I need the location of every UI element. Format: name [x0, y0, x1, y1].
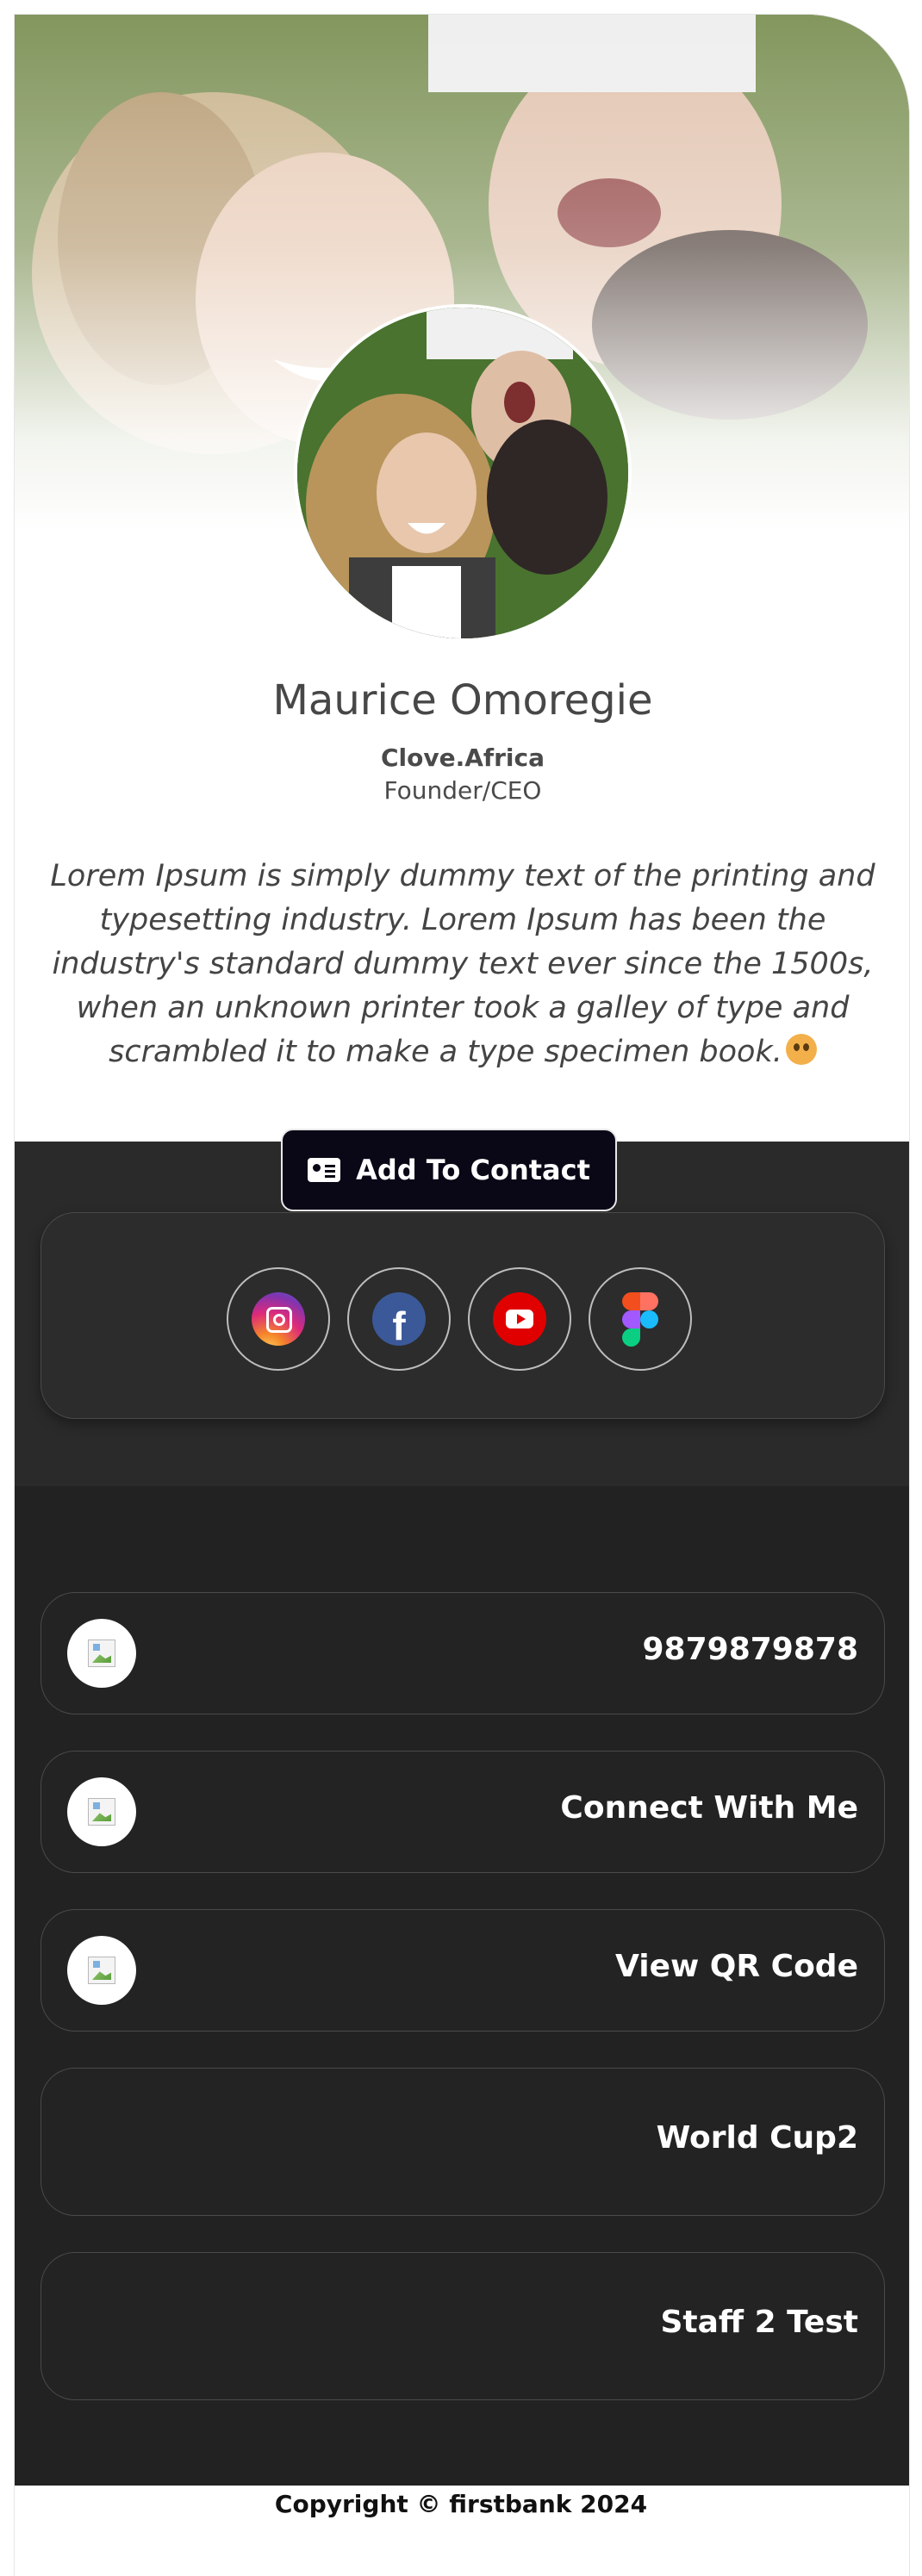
- social-links-panel: [40, 1212, 885, 1419]
- phone-link-icon: [67, 1619, 136, 1688]
- world-cup-link[interactable]: World Cup2: [40, 2068, 885, 2216]
- qr-code-link-icon: [67, 1936, 136, 2005]
- profile-card: Maurice Omoregie Clove.Africa Founder/CE…: [14, 14, 910, 2576]
- phone-link[interactable]: 9879879878: [40, 1592, 885, 1714]
- connect-link-icon: [67, 1777, 136, 1846]
- world-cup-link-label: World Cup2: [656, 2120, 858, 2156]
- staff-test-link-label: Staff 2 Test: [660, 2305, 858, 2340]
- qr-code-link-label: View QR Code: [615, 1949, 858, 1984]
- instagram-button[interactable]: [227, 1267, 330, 1371]
- youtube-button[interactable]: [468, 1267, 571, 1371]
- footer-copyright: Copyright © firstbank 2024: [274, 2490, 648, 2518]
- figma-button[interactable]: [589, 1267, 692, 1371]
- broken-image-icon: [88, 1957, 115, 1984]
- avatar: [294, 304, 632, 642]
- company-name: Clove.Africa: [380, 744, 545, 772]
- phone-link-label: 9879879878: [642, 1632, 859, 1667]
- bio-text: Lorem Ipsum is simply dummy text of the …: [40, 855, 885, 1074]
- add-to-contact-button[interactable]: Add To Contact: [281, 1129, 617, 1211]
- figma-icon: [622, 1292, 658, 1347]
- facebook-icon: f: [372, 1292, 426, 1346]
- emoji-icon: [785, 1034, 817, 1065]
- connect-link[interactable]: Connect With Me: [40, 1751, 885, 1873]
- connect-link-label: Connect With Me: [560, 1790, 858, 1826]
- bio-content: Lorem Ipsum is simply dummy text of the …: [50, 859, 875, 1069]
- staff-test-link[interactable]: Staff 2 Test: [40, 2252, 885, 2400]
- qr-code-link[interactable]: View QR Code: [40, 1909, 885, 2032]
- instagram-icon: [252, 1292, 305, 1346]
- profile-name: Maurice Omoregie: [272, 676, 653, 725]
- youtube-icon: [493, 1292, 546, 1346]
- job-title: Founder/CEO: [383, 776, 542, 805]
- contact-card-icon: [308, 1158, 341, 1182]
- broken-image-icon: [88, 1798, 115, 1826]
- broken-image-icon: [88, 1640, 115, 1667]
- facebook-button[interactable]: f: [347, 1267, 451, 1371]
- add-to-contact-label: Add To Contact: [356, 1154, 590, 1186]
